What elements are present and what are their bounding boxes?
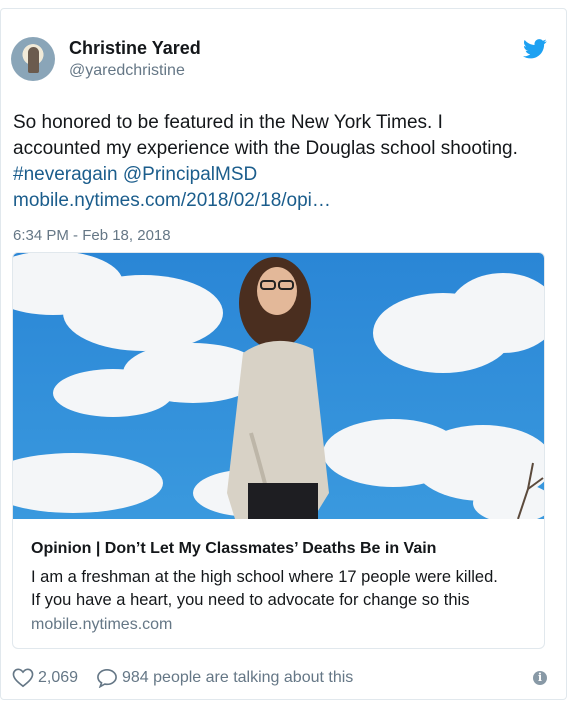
- speech-bubble-icon: [97, 668, 117, 688]
- mention-link[interactable]: @PrincipalMSD: [123, 164, 257, 185]
- tweet-text: So honored to be featured in the New Yor…: [13, 110, 558, 214]
- tweet-text-line: accounted my experience with the Douglas…: [13, 138, 518, 159]
- link-card[interactable]: Opinion | Don’t Let My Classmates’ Death…: [12, 252, 545, 649]
- twitter-bird-icon[interactable]: [523, 39, 547, 59]
- hashtag-link[interactable]: #neveragain: [13, 164, 118, 185]
- tweet-actions: 2,069 984 people are talking about this …: [12, 668, 557, 690]
- card-description: I am a freshman at the high school where…: [31, 566, 536, 612]
- tweet-text-line: So honored to be featured in the New Yor…: [13, 112, 443, 133]
- like-count: 2,069: [38, 669, 79, 686]
- timestamp[interactable]: 6:34 PM - Feb 18, 2018: [13, 227, 171, 244]
- talking-button[interactable]: 984 people are talking about this: [96, 668, 353, 688]
- like-button[interactable]: 2,069: [12, 668, 78, 688]
- card-domain: mobile.nytimes.com: [31, 616, 173, 633]
- card-description-line: I am a freshman at the high school where…: [31, 568, 498, 586]
- card-image: [13, 253, 544, 519]
- card-description-line: If you have a heart, you need to advocat…: [31, 591, 470, 609]
- heart-icon: [12, 668, 34, 688]
- url-link[interactable]: mobile.nytimes.com/2018/02/18/opi…: [13, 190, 331, 211]
- card-title[interactable]: Opinion | Don’t Let My Classmates’ Death…: [31, 540, 436, 558]
- author-name[interactable]: Christine Yared: [69, 38, 201, 59]
- avatar[interactable]: [11, 37, 55, 81]
- info-icon[interactable]: i: [533, 671, 547, 685]
- talking-count: 984 people are talking about this: [122, 669, 354, 686]
- author-handle[interactable]: @yaredchristine: [69, 62, 185, 80]
